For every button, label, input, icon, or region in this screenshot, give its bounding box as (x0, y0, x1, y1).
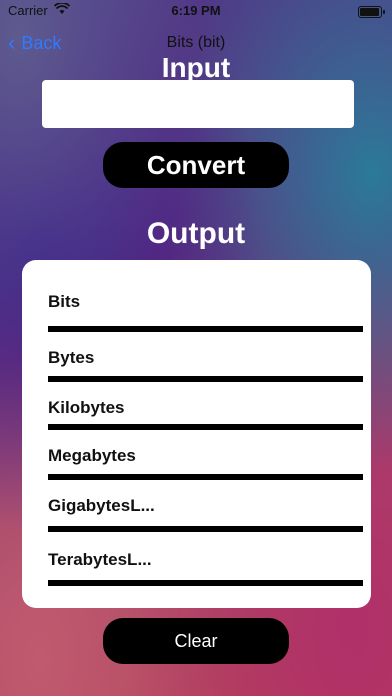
navigation-bar: ‹ Back Bits (bit) Input (0, 24, 392, 84)
status-bar: Carrier 6:19 PM (0, 0, 392, 22)
nav-title: Bits (bit) (166, 34, 226, 51)
status-time: 6:19 PM (171, 3, 221, 18)
output-row-gigabytes: GigabytesL... (48, 496, 155, 515)
output-row-bits: Bits (48, 292, 81, 311)
output-row-terabytes: TerabytesL... (48, 550, 152, 569)
input-field[interactable] (42, 80, 354, 128)
separator (48, 580, 363, 586)
convert-button[interactable]: Convert (103, 142, 289, 188)
output-row-megabytes: Megabytes (48, 446, 136, 465)
separator (48, 424, 363, 430)
clear-button[interactable]: Clear (103, 618, 289, 664)
output-row-bytes: Bytes (48, 348, 95, 367)
separator (48, 376, 363, 382)
output-title: Output (146, 217, 246, 250)
output-row-kilobytes: Kilobytes (48, 398, 125, 417)
output-card: Bits Bytes Kilobytes Megabytes Gigabytes… (22, 260, 371, 608)
separator (48, 526, 363, 532)
separator (48, 326, 363, 332)
separator (48, 474, 363, 480)
battery-icon (358, 6, 385, 18)
